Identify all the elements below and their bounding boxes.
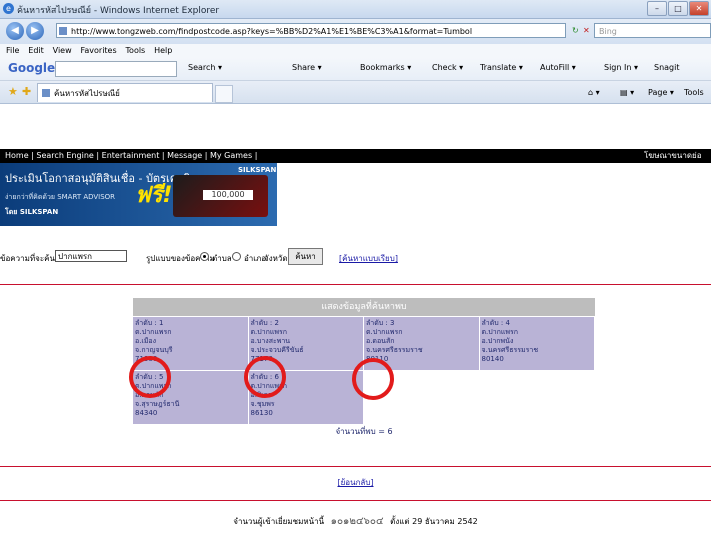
page-icon — [42, 89, 50, 97]
result-amphoe: อ.บางสะพาน — [250, 337, 291, 345]
google-logo: Google — [8, 61, 56, 75]
simple-search-link[interactable]: [ค้นหาแบบเรียบ] — [339, 252, 398, 265]
footer: จำนวนผู้เข้าเยี่ยมชมหน้านี้ ๑๐๑๒๔๖๐๔ ตั้… — [0, 514, 711, 529]
advert-banner[interactable]: ประเมินโอกาสอนุมัติสินเชื่อ - บัตรเครดิต… — [0, 163, 277, 226]
banner-brand: โดย SILKSPAN — [5, 208, 59, 216]
result-no: ลำดับ : 3 — [366, 319, 395, 327]
visitor-since: ตั้งแต่ 29 ธันวาคม 2542 — [390, 517, 478, 526]
divider — [0, 284, 711, 285]
stop-icon[interactable]: ✕ — [583, 24, 590, 38]
search-submit-button[interactable]: ค้นหา — [288, 248, 323, 265]
result-tambon: ต.ปากแพรก — [481, 328, 519, 336]
radio-amphoe[interactable] — [232, 252, 241, 261]
snagit-button[interactable]: Snagit — [654, 63, 680, 72]
result-no: ลำดับ : 1 — [135, 319, 164, 327]
radio-changwat-label: จังหวัด — [264, 254, 288, 263]
address-url: http://www.tongzweb.com/findpostcode.asp… — [71, 27, 473, 36]
print-icon[interactable]: ▤ ▾ — [620, 88, 634, 97]
result-postcode: 84340 — [135, 409, 158, 417]
tab-bar: ★ ✚ ค้นหารหัสไปรษณีย์ ⌂ ▾ ▤ ▾ Page ▾ Too… — [0, 81, 711, 104]
result-tambon: ต.ปากแพรก — [250, 328, 288, 336]
result-postcode: 80140 — [481, 355, 504, 363]
tab-label: ค้นหารหัสไปรษณีย์ — [54, 89, 120, 98]
google-search-input[interactable] — [55, 61, 177, 77]
highlight-circle — [244, 356, 286, 398]
google-translate-button[interactable]: Translate ▾ — [480, 63, 523, 72]
add-favorites-icon[interactable]: ✚ — [22, 85, 31, 98]
radio-amphoe-label: อำเภอ — [244, 254, 267, 263]
menu-tools[interactable]: Tools — [126, 44, 146, 58]
banner-free-text: ฟรี! — [135, 183, 173, 208]
menu-bar: File Edit View Favorites Tools Help — [0, 44, 711, 58]
result-tambon: ต.ปากแพรก — [366, 328, 403, 336]
menu-view[interactable]: View — [53, 44, 72, 58]
highlight-circle — [129, 356, 171, 398]
tools-menu[interactable]: Tools — [684, 88, 704, 97]
result-count: จำนวนที่พบ = 6 — [335, 427, 393, 436]
address-toolbar: ◀ ▶ http://www.tongzweb.com/findpostcode… — [0, 19, 711, 44]
result-tambon: ต.ปากแพรก — [135, 328, 172, 336]
radio-tambon[interactable] — [200, 252, 209, 261]
result-postcode: 86130 — [250, 409, 273, 417]
google-bookmarks-button[interactable]: Bookmarks ▾ — [360, 63, 411, 72]
menu-file[interactable]: File — [6, 44, 19, 58]
highlight-circle — [352, 358, 394, 400]
result-province: จ.กาญจนบุรี — [135, 346, 173, 354]
close-button[interactable]: ✕ — [689, 1, 709, 16]
favorites-star-icon[interactable]: ★ — [8, 85, 18, 98]
tab-current[interactable]: ค้นหารหัสไปรษณีย์ — [37, 83, 213, 102]
address-field[interactable]: http://www.tongzweb.com/findpostcode.asp… — [56, 23, 566, 38]
result-cell-empty — [479, 370, 595, 424]
result-province: จ.นครศรีธรรมราช — [366, 346, 423, 354]
banner-logo: SILKSPAN — [238, 166, 277, 174]
radio-tambon-label: ตำบล — [212, 254, 232, 263]
result-no: ลำดับ : 2 — [250, 319, 279, 327]
result-amphoe: อ.เมือง — [135, 337, 157, 345]
result-amphoe: อ.ปากพนัง — [481, 337, 514, 345]
divider — [0, 500, 711, 501]
back-button[interactable]: ◀ — [6, 22, 24, 40]
menu-edit[interactable]: Edit — [28, 44, 44, 58]
visitor-counter: ๑๐๑๒๔๖๐๔ — [330, 516, 384, 527]
search-form: ข้อความที่จะค้นหา ปากแพรก รูปแบบของข้อคว… — [0, 246, 711, 266]
search-text-input[interactable]: ปากแพรก — [55, 250, 127, 262]
result-no: ลำดับ : 4 — [481, 319, 510, 327]
banner-subtext: ง่ายกว่าที่คิดด้วย SMART ADVISOR — [5, 193, 116, 201]
site-nav-ad-label[interactable]: โฆษณาขนาดย่อ — [644, 149, 702, 163]
visitor-label: จำนวนผู้เข้าเยี่ยมชมหน้านี้ — [233, 517, 325, 526]
forward-button[interactable]: ▶ — [26, 22, 44, 40]
window-title: ค้นหารหัสไปรษณีย์ - Windows Internet Exp… — [17, 6, 220, 16]
google-toolbar: Google Search ▾ Share ▾ Bookmarks ▾ Chec… — [0, 58, 711, 81]
home-icon[interactable]: ⌂ ▾ — [588, 88, 600, 97]
back-link[interactable]: [ย้อนกลับ] — [337, 478, 373, 487]
result-amphoe: อ.ดอนสัก — [366, 337, 395, 345]
google-autofill-button[interactable]: AutoFill ▾ — [540, 63, 576, 72]
result-province: จ.ชุมพร — [250, 400, 275, 408]
ie-icon: e — [3, 3, 14, 14]
search-box[interactable]: Bing — [594, 23, 711, 38]
google-check-button[interactable]: Check ▾ — [432, 63, 463, 72]
site-nav-bar: Home | Search Engine | Entertainment | M… — [0, 149, 711, 163]
minimize-button[interactable]: – — [647, 1, 667, 16]
google-signin-button[interactable]: Sign In ▾ — [604, 63, 638, 72]
google-share-button[interactable]: Share ▾ — [292, 63, 322, 72]
divider — [0, 466, 711, 467]
page-icon — [59, 27, 67, 35]
menu-favorites[interactable]: Favorites — [81, 44, 117, 58]
google-search-button[interactable]: Search ▾ — [188, 63, 222, 72]
result-province: จ.ประจวบคีรีขันธ์ — [250, 346, 304, 354]
result-province: จ.สุราษฎร์ธานี — [135, 400, 180, 408]
refresh-icon[interactable]: ↻ — [572, 24, 579, 38]
window-title-bar: e ค้นหารหัสไปรษณีย์ - Windows Internet E… — [0, 0, 711, 19]
maximize-button[interactable]: □ — [668, 1, 688, 16]
new-tab-button[interactable] — [215, 85, 233, 103]
result-province: จ.นครศรีธรรมราช — [481, 346, 539, 354]
site-nav-links[interactable]: Home | Search Engine | Entertainment | M… — [5, 149, 257, 163]
credit-card-image: 100,000 — [173, 175, 268, 217]
menu-help[interactable]: Help — [154, 44, 172, 58]
result-cell-4: ลำดับ : 4 ต.ปากแพรก อ.ปากพนัง จ.นครศรีธร… — [479, 316, 595, 370]
page-menu[interactable]: Page ▾ — [648, 88, 674, 97]
card-amount: 100,000 — [203, 190, 253, 200]
results-header: แสดงข้อมูลที่ค้นหาพบ — [133, 298, 595, 316]
